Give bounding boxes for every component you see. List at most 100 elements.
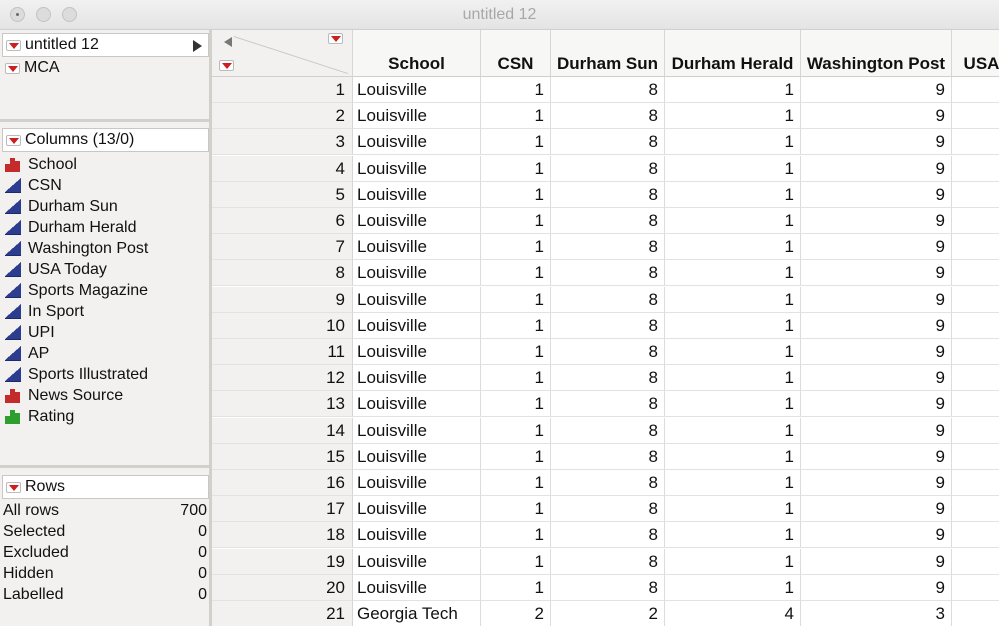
table-cell[interactable]: 1 <box>665 574 801 601</box>
row-number[interactable]: 20 <box>212 574 353 601</box>
table-cell[interactable]: Louisville <box>353 522 481 549</box>
table-cell[interactable]: Georgia Tech <box>353 601 481 626</box>
table-cell[interactable]: 1 <box>665 391 801 418</box>
table-cell[interactable]: 1 <box>481 260 551 287</box>
table-cell[interactable]: Louisville <box>353 391 481 418</box>
table-cell[interactable] <box>952 287 999 313</box>
column-header[interactable]: Washington Post <box>801 30 952 77</box>
table-cell[interactable]: Louisville <box>353 470 481 496</box>
table-cell[interactable]: 9 <box>801 103 952 130</box>
table-cell[interactable]: 3 <box>801 601 952 626</box>
column-header[interactable]: Durham Sun <box>551 30 665 77</box>
table-cell[interactable] <box>952 339 999 365</box>
table-cell[interactable] <box>952 129 999 156</box>
row-number[interactable]: 17 <box>212 496 353 523</box>
row-number[interactable]: 8 <box>212 260 353 287</box>
row-number[interactable]: 19 <box>212 548 353 575</box>
table-cell[interactable]: 1 <box>665 312 801 339</box>
table-cell[interactable]: 1 <box>481 391 551 418</box>
table-cell[interactable]: 9 <box>801 522 952 549</box>
table-cell[interactable]: Louisville <box>353 208 481 234</box>
table-cell[interactable]: 1 <box>665 548 801 575</box>
table-cell[interactable]: Louisville <box>353 260 481 287</box>
table-cell[interactable]: 9 <box>801 339 952 365</box>
table-cell[interactable]: Louisville <box>353 417 481 444</box>
table-cell[interactable]: 1 <box>665 470 801 496</box>
table-cell[interactable]: Louisville <box>353 234 481 261</box>
column-header[interactable]: CSN <box>481 30 551 77</box>
column-item[interactable]: UPI <box>4 322 55 343</box>
table-cell[interactable]: 9 <box>801 77 952 103</box>
rows-header[interactable]: Rows <box>2 475 209 499</box>
table-cell[interactable]: 8 <box>551 286 665 313</box>
column-header[interactable]: USA <box>952 30 999 77</box>
table-cell[interactable] <box>952 208 999 234</box>
table-cell[interactable]: 9 <box>801 574 952 601</box>
table-cell[interactable] <box>952 156 999 182</box>
column-item[interactable]: News Source <box>4 385 123 406</box>
column-header[interactable]: School <box>353 30 481 77</box>
table-cell[interactable]: 9 <box>801 443 952 470</box>
row-number[interactable]: 7 <box>212 234 353 261</box>
table-menu-icon[interactable] <box>6 40 21 51</box>
table-cell[interactable]: 8 <box>551 522 665 549</box>
table-cell[interactable]: 9 <box>801 129 952 156</box>
table-cell[interactable] <box>952 77 999 103</box>
table-cell[interactable]: 1 <box>481 417 551 444</box>
table-cell[interactable]: Louisville <box>353 339 481 365</box>
column-item[interactable]: Rating <box>4 406 74 427</box>
row-number[interactable]: 5 <box>212 181 353 208</box>
table-cell[interactable]: 8 <box>551 312 665 339</box>
table-cell[interactable]: Louisville <box>353 365 481 392</box>
table-cell[interactable]: 8 <box>551 103 665 130</box>
table-cell[interactable]: 1 <box>665 155 801 182</box>
table-cell[interactable]: 1 <box>481 496 551 523</box>
table-cell[interactable]: Louisville <box>353 103 481 130</box>
column-item[interactable]: Sports Illustrated <box>4 364 148 385</box>
table-cell[interactable]: Louisville <box>353 77 481 103</box>
left-arrow-icon[interactable] <box>224 37 232 47</box>
table-cell[interactable]: 8 <box>551 496 665 523</box>
table-cell[interactable]: 9 <box>801 234 952 261</box>
table-cell[interactable]: 9 <box>801 286 952 313</box>
table-cell[interactable] <box>952 391 999 418</box>
table-cell[interactable] <box>952 470 999 496</box>
table-cell[interactable]: 1 <box>481 208 551 234</box>
table-cell[interactable]: 1 <box>481 77 551 103</box>
table-cell[interactable]: 8 <box>551 155 665 182</box>
table-cell[interactable]: 1 <box>665 208 801 234</box>
table-cell[interactable]: 9 <box>801 312 952 339</box>
column-item[interactable]: In Sport <box>4 301 84 322</box>
table-cell[interactable]: Louisville <box>353 443 481 470</box>
table-cell[interactable]: 1 <box>481 181 551 208</box>
table-cell[interactable]: Louisville <box>353 286 481 313</box>
table-cell[interactable]: Louisville <box>353 574 481 601</box>
table-cell[interactable]: 8 <box>551 417 665 444</box>
table-cell[interactable]: 1 <box>481 103 551 130</box>
table-cell[interactable]: 1 <box>665 260 801 287</box>
table-name-header[interactable]: untitled 12 <box>2 33 209 57</box>
table-cell[interactable] <box>952 444 999 470</box>
row-number[interactable]: 14 <box>212 417 353 444</box>
table-cell[interactable]: 9 <box>801 260 952 287</box>
table-cell[interactable]: 1 <box>481 339 551 365</box>
table-cell[interactable] <box>952 365 999 392</box>
table-cell[interactable] <box>952 601 999 626</box>
table-cell[interactable]: 1 <box>665 286 801 313</box>
column-item[interactable]: Sports Magazine <box>4 280 148 301</box>
table-cell[interactable]: 1 <box>665 496 801 523</box>
table-cell[interactable] <box>952 496 999 523</box>
table-cell[interactable] <box>952 418 999 444</box>
table-cell[interactable]: 1 <box>481 312 551 339</box>
row-number[interactable]: 12 <box>212 365 353 392</box>
table-cell[interactable]: 2 <box>551 601 665 626</box>
table-cell[interactable]: 1 <box>481 365 551 392</box>
table-cell[interactable]: 8 <box>551 181 665 208</box>
table-cell[interactable] <box>952 575 999 601</box>
table-cell[interactable]: 1 <box>665 417 801 444</box>
script-item-mca[interactable]: MCA <box>2 57 60 79</box>
row-number[interactable]: 6 <box>212 208 353 234</box>
table-cell[interactable]: 4 <box>665 601 801 626</box>
table-cell[interactable]: 1 <box>665 234 801 261</box>
table-cell[interactable]: 8 <box>551 443 665 470</box>
